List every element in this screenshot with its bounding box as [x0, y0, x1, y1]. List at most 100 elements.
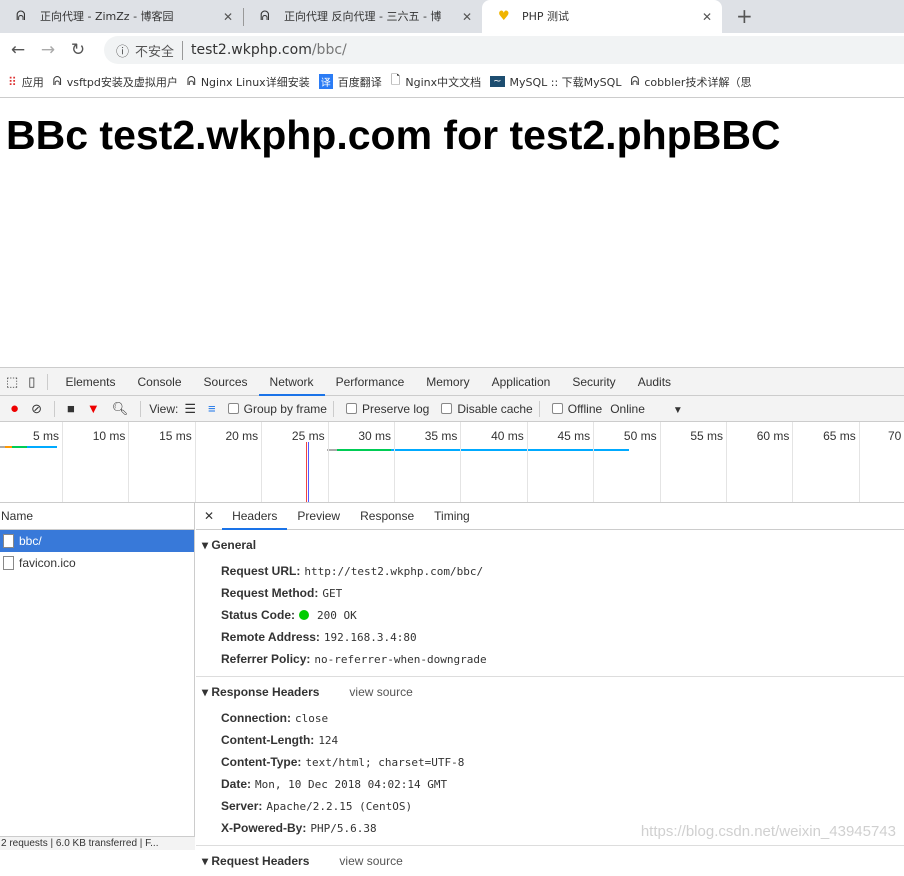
reload-icon[interactable]: ↻ [63, 40, 93, 60]
request-row[interactable]: favicon.ico [0, 552, 194, 574]
timeline-gridline [858, 422, 860, 502]
devtools-tab-performance[interactable]: Performance [325, 368, 416, 396]
devtools-tab-memory[interactable]: Memory [415, 368, 480, 396]
preserve-log-checkbox[interactable] [345, 403, 357, 414]
divider [538, 400, 540, 417]
section-title: Response Headers [211, 685, 320, 699]
header-value: PHP/5.6.38 [310, 822, 377, 835]
inspect-icon[interactable]: ⬚ [6, 374, 18, 390]
devtools-tab-security[interactable]: Security [561, 368, 626, 396]
request-row[interactable]: bbc/ [0, 530, 194, 552]
record-icon[interactable]: ● [10, 400, 19, 417]
capture-screenshots-icon[interactable]: ■ [67, 401, 75, 416]
device-icon[interactable]: ▯ [28, 374, 35, 390]
waterfall-view-icon[interactable]: ≡ [208, 401, 216, 416]
close-details-icon[interactable]: ✕ [196, 509, 222, 523]
header-name: Date: [221, 777, 252, 791]
devtools-tabs: ⬚ ▯ Elements Console Sources Network Perform… [0, 368, 904, 396]
request-headers-toggle[interactable]: ▾ Request Headers view source [196, 846, 904, 876]
tab-strip: ᕱ 正向代理 - ZimZz - 博客园 ✕ ᕱ 正向代理 反向代理 - 三六五 - … [0, 0, 904, 33]
mysql-icon: ~ [490, 76, 505, 87]
timeline-gridline [394, 422, 395, 502]
bookmark[interactable]: 译百度翻译 [318, 74, 382, 90]
timeline-tick-label: 5 ms [32, 429, 59, 443]
tab-title: 正向代理 - ZimZz - 博客园 [40, 10, 174, 23]
bookmark[interactable]: ᕱ vsftpd安装及虚拟用户 [53, 74, 178, 90]
network-overview-timeline[interactable]: 5 ms 10 ms 15 ms 20 ms 25 ms 30 ms 35 ms 40 ms 4… [0, 422, 904, 503]
close-icon[interactable]: ✕ [702, 10, 712, 24]
timeline-tick-label: 60 ms [756, 429, 790, 443]
header-name: Status Code: [221, 608, 296, 622]
header-row: Date: Mon, 10 Dec 2018 04:02:14 GMT [196, 773, 904, 795]
devtools-tab-sources[interactable]: Sources [193, 368, 259, 396]
back-icon[interactable]: ← [3, 40, 33, 60]
devtools-tab-elements[interactable]: Elements [54, 368, 126, 396]
filter-icon[interactable]: ▼ [87, 401, 100, 416]
view-source-link[interactable]: view source [339, 854, 402, 868]
requests-panel: Name bbc/ favicon.ico 2 requests | 6.0 K… [0, 503, 195, 850]
tab-response[interactable]: Response [350, 503, 424, 530]
close-icon[interactable]: ✕ [462, 10, 472, 24]
devtools-tab-audits[interactable]: Audits [627, 368, 682, 396]
bookmark[interactable]: ⠿ 应用 [8, 74, 44, 90]
tab-preview[interactable]: Preview [287, 503, 350, 530]
disable-cache-checkbox[interactable] [441, 403, 453, 414]
preserve-log-label: Preserve log [361, 401, 430, 416]
timeline-tick-label: 25 ms [291, 429, 325, 443]
devtools-tab-console[interactable]: Console [126, 368, 192, 396]
header-name: X-Powered-By: [221, 821, 307, 835]
browser-tab[interactable]: ᕱ 正向代理 - ZimZz - 博客园 ✕ [0, 0, 243, 33]
status-ok-icon [299, 610, 310, 620]
info-icon[interactable]: ⓘ [116, 41, 129, 60]
section-title: Request Headers [211, 854, 310, 868]
name-column-header[interactable]: Name [0, 503, 194, 530]
timeline-tick-label: 50 ms [623, 429, 657, 443]
bookmark[interactable]: 🗋 Nginx中文文档 [391, 71, 481, 92]
header-name: Content-Type: [221, 755, 302, 769]
bookmark[interactable]: ᕱ Nginx Linux详细安装 [187, 74, 310, 90]
bookmark[interactable]: ᕱ cobbler技术详解（思 [630, 74, 751, 90]
address-input[interactable]: ⓘ 不安全 test2.wkphp.com/bbc/ [104, 36, 904, 64]
network-toolbar: ● ⊘ ■ ▼ 🔍︎ View: ☰ ≡ Group by frame Pres… [0, 396, 904, 422]
bookmark[interactable]: ~ MySQL :: 下载MySQL [490, 74, 621, 90]
throttle-value: Online [610, 401, 645, 416]
request-bar [0, 446, 57, 448]
tab-title: 正向代理 反向代理 - 三六五 - 博 [284, 10, 442, 23]
tab-timing[interactable]: Timing [424, 503, 480, 530]
blog-icon: ᕱ [630, 74, 640, 88]
view-source-link[interactable]: view source [349, 685, 412, 699]
devtools-tab-network[interactable]: Network [258, 368, 325, 396]
security-label[interactable]: 不安全 [135, 40, 184, 60]
response-headers-toggle[interactable]: ▾ Response Headers view source [196, 677, 904, 707]
header-row: Request Method: GET [196, 582, 904, 604]
bookmark-label: 百度翻译 [337, 75, 382, 89]
throttle-select[interactable]: Online ▼ [610, 402, 683, 416]
section-title: General [211, 538, 257, 552]
header-name: Connection: [221, 711, 291, 725]
general-section-toggle[interactable]: ▾ General [196, 530, 904, 560]
clear-icon[interactable]: ⊘ [31, 401, 42, 417]
search-icon[interactable]: 🔍︎ [112, 401, 129, 417]
devtools-tab-application[interactable]: Application [481, 368, 562, 396]
offline-checkbox[interactable] [551, 403, 563, 414]
translate-icon: 译 [318, 74, 333, 89]
header-row: Connection: close [196, 707, 904, 729]
list-view-icon[interactable]: ☰ [184, 401, 196, 417]
group-by-frame-checkbox[interactable] [227, 403, 239, 414]
request-name: favicon.ico [19, 556, 76, 570]
request-details-panel: ✕ Headers Preview Response Timing ▾ Gene… [196, 503, 904, 868]
browser-tab-active[interactable]: ♥ PHP 测试 ✕ [482, 0, 722, 33]
header-row: Remote Address: 192.168.3.4:80 [196, 626, 904, 648]
header-row: Server: Apache/2.2.15 (CentOS) [196, 795, 904, 817]
divider [140, 400, 142, 417]
new-tab-button[interactable]: + [736, 4, 753, 28]
header-value: Mon, 10 Dec 2018 04:02:14 GMT [255, 778, 448, 791]
forward-icon[interactable]: → [33, 40, 63, 60]
timeline-gridline [526, 422, 528, 502]
close-icon[interactable]: ✕ [223, 10, 233, 24]
browser-tab[interactable]: ᕱ 正向代理 反向代理 - 三六五 - 博 ✕ [244, 0, 482, 33]
blog-icon: ᕱ [260, 9, 270, 24]
timeline-gridline [128, 422, 130, 502]
tab-headers[interactable]: Headers [222, 503, 288, 530]
network-summary: 2 requests | 6.0 KB transferred | F... [0, 836, 195, 850]
